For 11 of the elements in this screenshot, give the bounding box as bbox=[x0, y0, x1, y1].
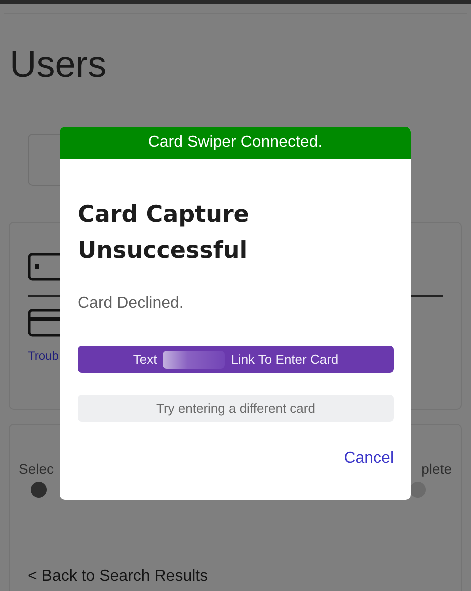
cancel-button[interactable]: Cancel bbox=[344, 450, 394, 468]
page-title: Users bbox=[10, 44, 108, 86]
step-label: plete bbox=[422, 461, 452, 477]
step-label: Selec bbox=[19, 461, 54, 477]
status-banner: Card Swiper Connected. bbox=[60, 127, 411, 159]
modal-title: Card Capture Unsuccessful bbox=[78, 201, 250, 266]
modal-message: Card Declined. bbox=[78, 295, 185, 313]
back-link[interactable]: < Back to Search Results bbox=[28, 568, 443, 586]
try-different-card-button[interactable]: Try entering a different card bbox=[78, 395, 394, 422]
text-link-button[interactable]: Text Link To Enter Card bbox=[78, 346, 394, 373]
troubleshoot-link[interactable]: Troub bbox=[28, 349, 59, 363]
